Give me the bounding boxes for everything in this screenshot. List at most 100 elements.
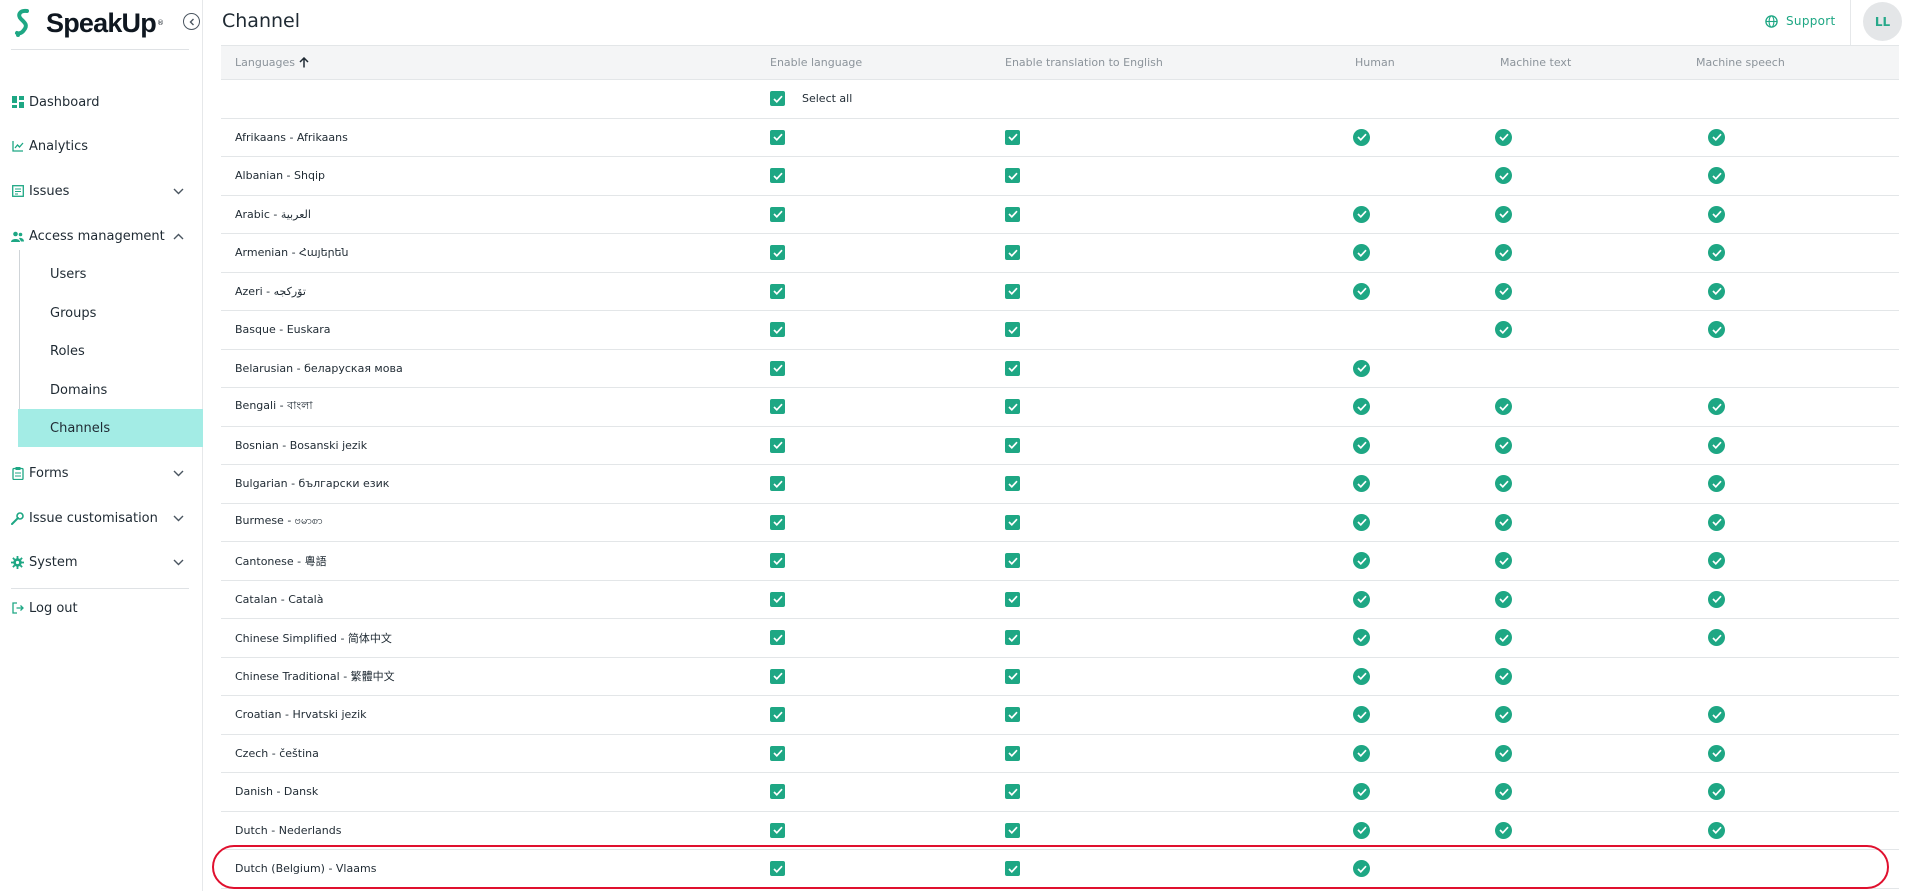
enable-language-checkbox[interactable] bbox=[770, 707, 785, 723]
support-link[interactable]: Support bbox=[1765, 13, 1836, 29]
enable-translation-checkbox[interactable] bbox=[1005, 514, 1020, 530]
enable-language-checkbox[interactable] bbox=[770, 129, 785, 145]
enable-language-checkbox[interactable] bbox=[770, 784, 785, 800]
table-row: Cantonese - 粵語 bbox=[221, 541, 1899, 581]
enable-translation-checkbox[interactable] bbox=[1005, 206, 1020, 222]
enable-language-checkbox[interactable] bbox=[770, 822, 785, 838]
enable-language-checkbox[interactable] bbox=[770, 476, 785, 492]
enable-translation-checkbox[interactable] bbox=[1005, 399, 1020, 415]
column-header-languages[interactable]: Languages bbox=[221, 45, 756, 80]
language-name: Burmese - ဗမာစာ bbox=[235, 514, 323, 528]
enable-language-checkbox[interactable] bbox=[770, 630, 785, 646]
table-row: Armenian - Հայերեն bbox=[221, 233, 1899, 273]
enable-translation-checkbox[interactable] bbox=[1005, 322, 1020, 338]
machine-speech-support-icon bbox=[1708, 282, 1725, 300]
enable-language-checkbox[interactable] bbox=[770, 745, 785, 761]
machine-text-support-icon bbox=[1495, 513, 1512, 531]
nav-item-forms[interactable]: Forms bbox=[0, 454, 203, 492]
check-icon bbox=[1356, 133, 1367, 142]
enable-translation-checkbox[interactable] bbox=[1005, 745, 1020, 761]
human-support-icon bbox=[1353, 128, 1370, 146]
enable-language-checkbox[interactable] bbox=[770, 514, 785, 530]
nav-item-system[interactable]: System bbox=[0, 543, 203, 581]
select-all-checkbox[interactable] bbox=[770, 91, 785, 107]
avatar[interactable]: LL bbox=[1863, 2, 1902, 41]
nav-item-access-management[interactable]: Access management bbox=[0, 217, 203, 255]
table-row: Bosnian - Bosanski jezik bbox=[221, 426, 1899, 465]
enable-translation-checkbox[interactable] bbox=[1005, 784, 1020, 800]
sub-item-label: Roles bbox=[50, 343, 85, 359]
enable-translation-checkbox[interactable] bbox=[1005, 822, 1020, 838]
check-icon bbox=[1007, 441, 1018, 450]
enable-language-checkbox[interactable] bbox=[770, 206, 785, 222]
check-icon bbox=[1498, 210, 1509, 219]
enable-language-checkbox[interactable] bbox=[770, 360, 785, 376]
check-icon bbox=[1007, 326, 1018, 334]
check-icon bbox=[1007, 172, 1018, 180]
sub-item-domains[interactable]: Domains bbox=[20, 371, 203, 409]
nav-item-issues[interactable]: Issues bbox=[0, 172, 203, 210]
sub-item-users[interactable]: Users bbox=[20, 255, 203, 293]
enable-translation-checkbox[interactable] bbox=[1005, 360, 1020, 376]
human-support-icon bbox=[1353, 398, 1370, 416]
forms-icon bbox=[11, 466, 24, 480]
gear-icon bbox=[11, 555, 24, 569]
table-row: Basque - Euskara bbox=[221, 310, 1899, 350]
human-support-icon bbox=[1353, 629, 1370, 647]
enable-translation-checkbox[interactable] bbox=[1005, 168, 1020, 184]
check-icon bbox=[1007, 826, 1018, 835]
nav-item-issue-customisation[interactable]: Issue customisation bbox=[0, 499, 203, 537]
machine-text-support-icon bbox=[1495, 167, 1512, 185]
check-icon bbox=[1356, 287, 1367, 296]
enable-language-checkbox[interactable] bbox=[770, 399, 785, 415]
enable-translation-checkbox[interactable] bbox=[1005, 630, 1020, 646]
enable-translation-checkbox[interactable] bbox=[1005, 553, 1020, 569]
collapse-sidebar-button[interactable] bbox=[183, 13, 200, 30]
check-icon bbox=[772, 403, 783, 411]
language-name: Dutch (Belgium) - Vlaams bbox=[235, 862, 377, 876]
check-icon bbox=[1711, 172, 1722, 180]
sort-ascending-icon bbox=[299, 57, 309, 68]
sub-item-groups[interactable]: Groups bbox=[20, 294, 203, 332]
analytics-icon bbox=[11, 140, 24, 153]
enable-language-checkbox[interactable] bbox=[770, 168, 785, 184]
enable-translation-checkbox[interactable] bbox=[1005, 861, 1020, 877]
machine-speech-support-icon bbox=[1708, 167, 1725, 185]
enable-language-checkbox[interactable] bbox=[770, 437, 785, 453]
chevron-down-icon bbox=[172, 556, 185, 569]
machine-text-support-icon bbox=[1495, 205, 1512, 223]
sub-item-roles[interactable]: Roles bbox=[20, 332, 203, 370]
enable-translation-checkbox[interactable] bbox=[1005, 129, 1020, 145]
check-icon bbox=[772, 557, 783, 565]
enable-translation-checkbox[interactable] bbox=[1005, 476, 1020, 492]
enable-language-checkbox[interactable] bbox=[770, 591, 785, 607]
enable-translation-checkbox[interactable] bbox=[1005, 707, 1020, 723]
machine-text-support-icon bbox=[1495, 282, 1512, 300]
enable-language-checkbox[interactable] bbox=[770, 322, 785, 338]
check-icon bbox=[1498, 557, 1509, 565]
enable-language-checkbox[interactable] bbox=[770, 668, 785, 684]
logo[interactable]: SpeakUp ® bbox=[14, 8, 164, 38]
check-icon bbox=[1356, 403, 1367, 411]
sub-item-channels[interactable]: Channels bbox=[18, 409, 203, 447]
logout-button[interactable]: Log out bbox=[0, 589, 203, 627]
enable-translation-checkbox[interactable] bbox=[1005, 668, 1020, 684]
enable-language-checkbox[interactable] bbox=[770, 245, 785, 261]
enable-language-checkbox[interactable] bbox=[770, 283, 785, 299]
issues-icon bbox=[11, 185, 24, 198]
check-icon bbox=[1356, 364, 1367, 373]
enable-translation-checkbox[interactable] bbox=[1005, 437, 1020, 453]
check-icon bbox=[1007, 133, 1018, 142]
nav-item-dashboard[interactable]: Dashboard bbox=[0, 83, 203, 121]
check-icon bbox=[1356, 749, 1367, 758]
language-name: Basque - Euskara bbox=[235, 323, 331, 337]
enable-translation-checkbox[interactable] bbox=[1005, 591, 1020, 607]
enable-translation-checkbox[interactable] bbox=[1005, 245, 1020, 261]
enable-language-checkbox[interactable] bbox=[770, 861, 785, 877]
human-support-icon bbox=[1353, 436, 1370, 454]
nav-item-analytics[interactable]: Analytics bbox=[0, 127, 203, 165]
enable-language-checkbox[interactable] bbox=[770, 553, 785, 569]
enable-translation-checkbox[interactable] bbox=[1005, 283, 1020, 299]
check-icon bbox=[1498, 287, 1509, 296]
access-management-icon bbox=[11, 230, 24, 243]
